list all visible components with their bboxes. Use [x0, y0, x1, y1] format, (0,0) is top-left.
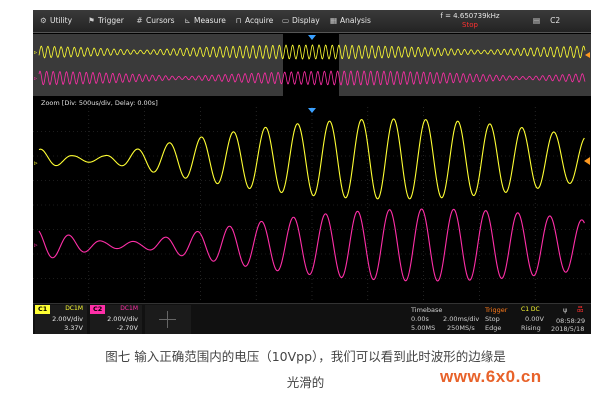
trigger-channel: C1 DC [521, 306, 540, 313]
ch1-coupling: DC1M [65, 305, 83, 312]
ch1-marker-zoom[interactable]: ▹ [34, 159, 38, 167]
network-icon: 品 [577, 305, 584, 313]
clock-date: 2018/5/18 [551, 325, 585, 333]
timebase-title[interactable]: Timebase [411, 306, 442, 314]
analysis-icon: ▦ [329, 16, 338, 25]
cursors-menu[interactable]: # Cursors [135, 10, 174, 32]
ch2-marker-zoom[interactable]: ▹ [34, 241, 38, 249]
frequency-value: f = 4.650739kHz [440, 12, 500, 20]
add-channel-slot[interactable] [145, 305, 191, 334]
ch1-marker-ov: ▹ [34, 49, 37, 56]
ruler-icon: ⊾ [184, 16, 191, 25]
ch1-info[interactable]: C1 DC1M 2.00V/div 3.37V [35, 305, 87, 334]
display-menu[interactable]: ▭ Display [281, 10, 320, 32]
channel-icon: ▤ [533, 16, 541, 25]
zoom-waveform: ▹ ▹ [33, 107, 591, 303]
ch2-coupling: DC1M [120, 305, 138, 312]
trigger-menu[interactable]: ⚑ Trigger [87, 10, 124, 32]
timebase-delay: 0.00s [411, 315, 429, 323]
menu-bar: ⚙ Utility ⚑ Trigger # Cursors ⊾ Measure ⊓ Acq… [33, 10, 591, 33]
overview-waveform: ▹ ▹ [33, 34, 591, 96]
oscilloscope-screen: ⚙ Utility ⚑ Trigger # Cursors ⊾ Measure ⊓ Acq… [33, 10, 591, 334]
monitor-icon: ▭ [281, 16, 290, 25]
ch2-info[interactable]: C2 DC1M 2.00V/div -2.70V [90, 305, 142, 334]
info-bar: C1 DC1M 2.00V/div 3.37V C2 DC1M 2.00V/di… [33, 303, 591, 334]
clock-time: 08:58:29 [556, 317, 586, 325]
trigger-slope: Rising [521, 324, 541, 332]
ch1-tag: C1 [35, 305, 51, 314]
timebase-rate: 250MS/s [447, 324, 475, 332]
timebase-div: 2.00ms/div [443, 315, 480, 323]
timebase-points: 5.00MS [411, 324, 436, 332]
ch2-offset: -2.70V [116, 324, 138, 332]
frequency-readout: f = 4.650739kHz Stop [425, 11, 515, 31]
measure-menu[interactable]: ⊾ Measure [183, 10, 226, 32]
caption-line-1: 图七 输入正确范围内的电压（10Vpp），我们可以看到此时波形的边缘是 [105, 349, 506, 364]
acquire-menu[interactable]: ⊓ Acquire [234, 10, 274, 32]
cursor-grid-icon: # [136, 16, 143, 25]
acquire-icon: ⊓ [235, 16, 242, 25]
ch2-tag: C2 [90, 305, 106, 314]
zoom-label: Zoom [Div: 500us/div, Delay: 0.00s] [41, 99, 158, 107]
trigger-title[interactable]: Trigger [485, 306, 507, 314]
trigger-level: 0.00V [525, 315, 544, 323]
gear-icon: ⚙ [40, 16, 47, 25]
watermark: www.6x0.cn [440, 367, 542, 386]
trigger-mode: Stop [485, 315, 500, 323]
run-state[interactable]: Stop [425, 21, 515, 30]
channel-tab-c2[interactable]: ▤ C2 [533, 10, 560, 32]
ch2-scale: 2.00V/div [107, 315, 138, 323]
analysis-menu[interactable]: ▦ Analysis [329, 10, 371, 32]
ch2-marker-ov: ▹ [34, 75, 37, 82]
utility-menu[interactable]: ⚙ Utility [39, 10, 72, 32]
usb-icon: ψ [563, 306, 568, 314]
ch1-scale: 2.00V/div [52, 315, 83, 323]
ch1-offset: 3.37V [64, 324, 83, 332]
flag-icon: ⚑ [88, 16, 95, 25]
trigger-type: Edge [485, 324, 502, 332]
